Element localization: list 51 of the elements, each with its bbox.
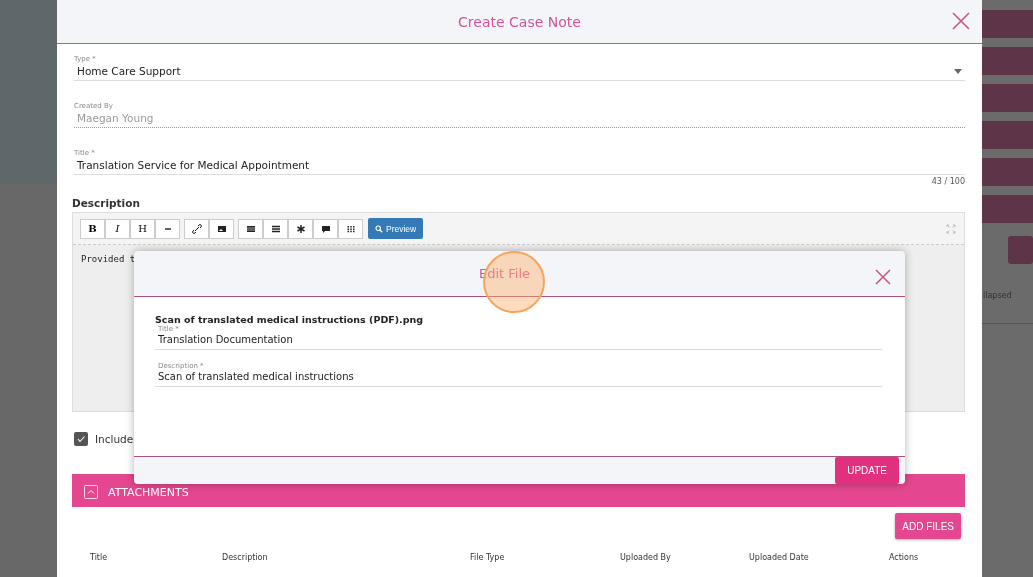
update-button[interactable]: UPDATE [835, 457, 899, 484]
toolbar-button[interactable] [155, 218, 180, 239]
section-title: ATTACHMENTS [108, 486, 189, 499]
list-icon [270, 223, 281, 234]
grid-icon [345, 223, 356, 234]
modal-title: Create Case Note [458, 13, 581, 30]
column-header: File Type [470, 553, 506, 562]
toolbar-button[interactable] [184, 218, 209, 239]
link-icon [191, 223, 202, 234]
preview-button[interactable]: Preview [368, 218, 424, 239]
asterisk-icon [295, 223, 306, 234]
caret-icon [954, 68, 962, 74]
check-icon [76, 434, 86, 444]
toolbar-button[interactable] [288, 218, 313, 239]
column-header: Description [222, 553, 269, 562]
type-select[interactable]: Home Care Support [74, 63, 965, 81]
column-header: Actions [889, 553, 920, 562]
toolbar-button[interactable] [313, 218, 338, 239]
checkbox[interactable] [74, 432, 88, 446]
input-field[interactable]: Translation Documentation [155, 332, 882, 350]
search-icon [375, 224, 383, 233]
comment-icon [320, 223, 331, 234]
collapse-icon[interactable] [84, 485, 98, 499]
toolbar-button[interactable] [263, 218, 288, 239]
background-bar [982, 195, 1033, 223]
toolbar-button[interactable]: B [80, 218, 105, 239]
background-bar [982, 121, 1033, 149]
toolbar-button[interactable] [338, 218, 363, 239]
background-bar [982, 158, 1033, 186]
title-field[interactable]: Translation Service for Medical Appointment [74, 157, 965, 175]
column-header: Title [90, 553, 109, 562]
character-counter: 43 / 100 [931, 177, 965, 186]
toolbar-button[interactable] [238, 218, 263, 239]
toolbar-button[interactable]: H [130, 218, 155, 239]
column-header: Uploaded By [620, 553, 672, 562]
checkbox-label: Include [95, 433, 134, 445]
image-icon [216, 223, 227, 234]
input-field[interactable]: Scan of translated medical instructions [155, 369, 882, 387]
table-icon [245, 223, 256, 234]
readonly-field: Maegan Young [74, 110, 965, 128]
add-files-button[interactable]: ADD FILES [895, 513, 961, 539]
close-icon[interactable] [875, 269, 891, 285]
section-label: Description [72, 197, 141, 209]
background-bar [982, 47, 1033, 75]
background-bar [982, 84, 1033, 112]
file-name: Scan of translated medical instructions (PDF).png [155, 313, 425, 325]
close-icon[interactable] [952, 12, 970, 30]
toolbar-button[interactable] [209, 218, 234, 239]
column-header: Uploaded Date [749, 553, 810, 562]
background-bar [982, 10, 1033, 38]
toolbar-button[interactable]: I [105, 218, 130, 239]
